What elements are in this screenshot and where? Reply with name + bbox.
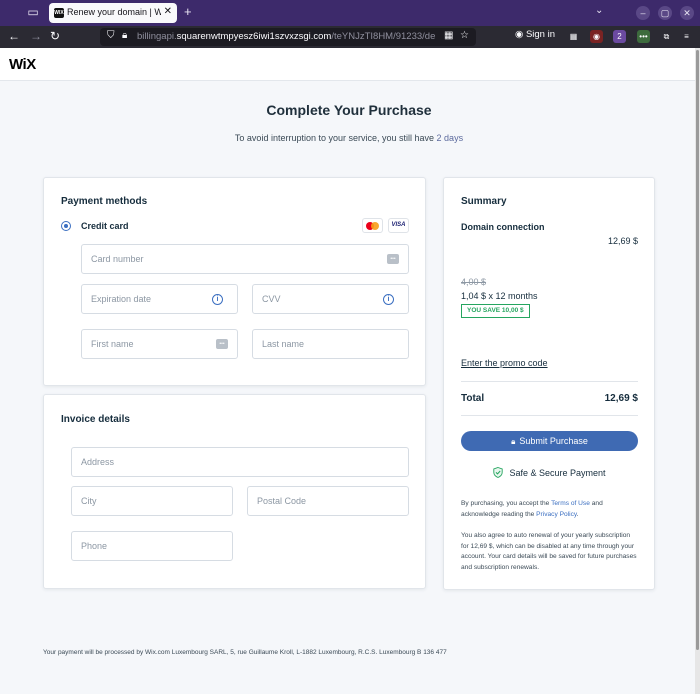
sign-in-button[interactable]: ◉ Sign in [515,29,555,40]
credit-card-label[interactable]: Credit card [81,221,129,231]
window-close-icon[interactable]: ✕ [680,6,694,20]
extension-badge-icon[interactable]: 2 [613,30,626,43]
summary-title: Summary [461,196,507,207]
terms-of-use-link[interactable]: Terms of Use [551,500,590,507]
card-number-input[interactable] [82,245,408,273]
invoice-details-title: Invoice details [61,414,130,425]
phone-field[interactable] [71,531,233,561]
autofill-icon: ••• [216,339,228,349]
lock-icon[interactable]: 🔒︎ [122,30,127,41]
visa-icon: VISA [388,218,409,233]
last-name-field[interactable] [252,329,409,359]
city-field[interactable] [71,486,233,516]
divider [461,381,638,382]
total-value: 12,69 $ [604,393,638,404]
divider [461,415,638,416]
card-number-field[interactable]: ••• [81,244,409,274]
info-icon[interactable]: i [212,294,223,305]
menu-icon[interactable]: ≡ [680,30,693,43]
shield-icon[interactable]: ⛉ [107,30,115,41]
chevron-down-icon[interactable]: ⌄ [595,5,603,16]
mastercard-icon [362,218,383,233]
days-remaining: 2 days [436,133,464,143]
page-title: Complete Your Purchase [266,102,432,118]
tab-title: Renew your domain | Wix [67,7,161,17]
info-icon[interactable]: i [383,294,394,305]
browser-tab[interactable]: WIX Renew your domain | Wix ✕ [49,3,177,23]
credit-card-radio[interactable] [61,221,71,231]
extension-icon[interactable]: ••• [637,30,650,43]
address-input[interactable] [72,448,408,476]
extensions-icon[interactable]: ⧉ [660,30,673,43]
phone-input[interactable] [72,532,232,560]
site-header: WiX [0,48,695,81]
wix-logo[interactable]: WiX [9,56,36,73]
submit-purchase-button[interactable]: 🔒︎ Submit Purchase [461,431,638,451]
qr-icon[interactable]: ▦ [444,30,453,41]
promo-code-link[interactable]: Enter the promo code [461,358,548,368]
last-name-input[interactable] [253,330,408,358]
wix-favicon: WIX [54,8,64,18]
postal-code-input[interactable] [248,487,408,515]
legal-terms-text: By purchasing, you accept the Terms of U… [461,500,603,518]
city-input[interactable] [72,487,232,515]
maximize-icon[interactable]: ▢ [658,6,672,20]
address-bar[interactable]: ⛉ 🔒︎ billingapi.squarenwtmpyesz6iwi1szvx… [100,28,476,46]
privacy-policy-link[interactable]: Privacy Policy [536,511,577,518]
payment-methods-card: Payment methods Credit card VISA ••• i i… [43,177,426,386]
auto-renewal-text: You also agree to auto renewal of your y… [461,532,637,571]
page-subtitle: To avoid interruption to your service, y… [234,133,464,143]
ublock-icon[interactable]: ◉ [590,30,603,43]
first-name-input[interactable] [82,330,237,358]
new-tab-button[interactable]: + [184,4,192,19]
summary-card: Summary Domain connection 12,69 $ 4,00 $… [443,177,655,590]
old-price: 4,00 $ [461,277,487,287]
footer-text: Your payment will be processed by Wix.co… [43,649,447,656]
back-icon[interactable]: ← [8,29,20,43]
item-price: 12,69 $ [607,236,638,246]
extensions-grid-icon[interactable]: ▦ [567,30,580,43]
page: WiX Complete Your Purchase To avoid inte… [0,48,700,694]
lock-icon: 🔒︎ [511,437,516,446]
secure-payment-note: Safe & Secure Payment [444,467,655,478]
close-icon[interactable]: ✕ [164,6,172,17]
minimize-icon[interactable]: – [636,6,650,20]
browser-nav-bar: ← → ↻ ⛉ 🔒︎ billingapi.squarenwtmpyesz6iw… [0,26,700,48]
browser-tab-bar: ▭ WIX Renew your domain | Wix ✕ + ⌄ – ▢ … [0,0,700,26]
invoice-details-card: Invoice details [43,394,426,589]
cvv-field[interactable]: i [252,284,409,314]
url-text[interactable]: billingapi.squarenwtmpyesz6iwi1szvxzsgi.… [137,31,435,42]
payment-methods-title: Payment methods [61,196,148,207]
postal-code-field[interactable] [247,486,409,516]
tabs-icon[interactable]: ▭ [26,5,40,19]
expiration-date-field[interactable]: i [81,284,238,314]
savings-badge: YOU SAVE 10,00 $ [461,304,530,318]
reload-icon[interactable]: ↻ [50,29,60,43]
monthly-price: 1,04 $ x 12 months [461,291,538,301]
star-icon[interactable]: ☆ [460,30,469,41]
forward-icon[interactable]: → [30,29,42,43]
first-name-field[interactable]: ••• [81,329,238,359]
item-name: Domain connection [461,222,545,232]
card-icon: ••• [387,254,399,264]
total-label: Total [461,393,485,404]
address-field[interactable] [71,447,409,477]
shield-check-icon [493,467,504,478]
